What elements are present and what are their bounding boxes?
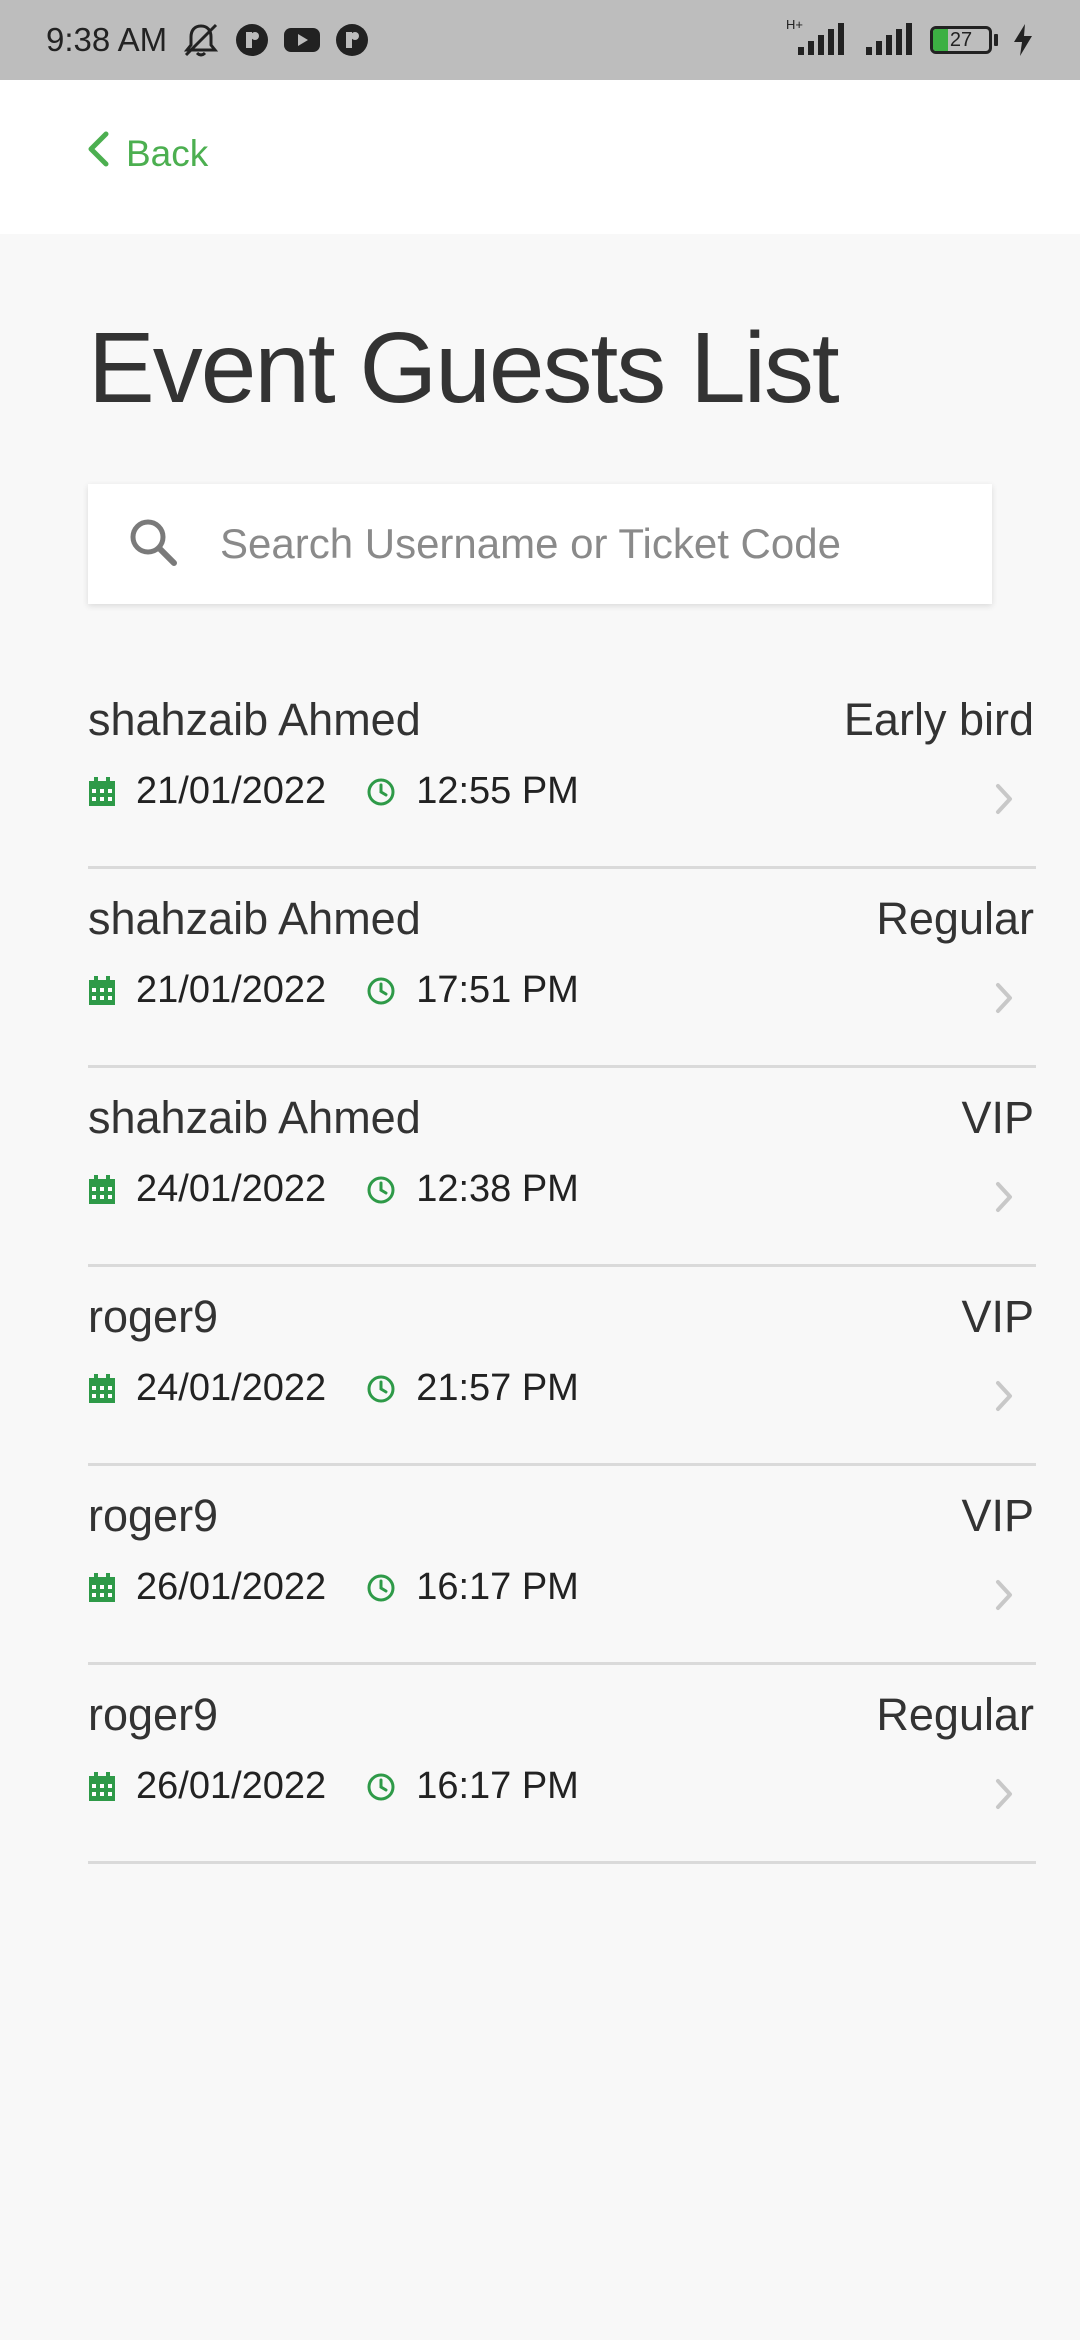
guest-date: 21/01/2022 [136,770,327,812]
youtube-icon [283,25,321,55]
top-bar: Back [0,80,1080,234]
guest-time: 17:51 PM [416,969,579,1011]
guest-time: 16:17 PM [416,1765,579,1807]
app-notification-icon [235,23,269,57]
guest-meta: 24/01/2022 21:57 PM [88,1367,579,1410]
ticket-type: Regular [876,893,1034,944]
guest-name: roger9 [88,1291,219,1342]
page-title: Event Guests List [88,312,840,424]
ticket-type: VIP [961,1092,1034,1143]
network-type-label: H+ [786,17,803,32]
ticket-type: VIP [961,1291,1034,1342]
guest-row[interactable]: roger9 VIP 24/01/2022 21:57 PM [88,1267,1036,1466]
guest-meta: 26/01/2022 16:17 PM [88,1566,579,1609]
guest-name: shahzaib Ahmed [88,893,421,944]
mobile-signal-icon: H+ [784,17,850,57]
muted-bell-icon [181,22,221,58]
clock-icon [366,1374,396,1404]
charging-bolt-icon [1012,24,1034,56]
chevron-right-icon [994,981,1014,1015]
calendar-icon [88,1572,116,1603]
chevron-right-icon [994,1578,1014,1612]
back-label: Back [126,132,209,174]
clock-icon [366,976,396,1006]
guest-row[interactable]: shahzaib Ahmed Regular 21/01/2022 17:51 … [88,869,1036,1068]
calendar-icon [88,1174,116,1205]
guest-meta: 21/01/2022 17:51 PM [88,969,579,1012]
status-bar: 9:38 AM H+ 27 [0,0,1080,80]
signal-strength-icon [864,23,916,57]
guest-time: 12:55 PM [416,770,579,812]
guest-time: 16:17 PM [416,1566,579,1608]
guest-row[interactable]: shahzaib Ahmed Early bird 21/01/2022 12:… [88,670,1036,869]
battery-indicator: 27 [930,26,998,54]
guest-date: 21/01/2022 [136,969,327,1011]
chevron-left-icon [86,130,110,177]
guest-time: 12:38 PM [416,1168,579,1210]
clock-icon [366,1573,396,1603]
guest-date: 26/01/2022 [136,1765,327,1807]
guest-list: shahzaib Ahmed Early bird 21/01/2022 12:… [88,670,1036,1864]
battery-level: 27 [949,28,973,51]
guest-date: 24/01/2022 [136,1168,327,1210]
clock-icon [366,1772,396,1802]
guest-row[interactable]: roger9 VIP 26/01/2022 16:17 PM [88,1466,1036,1665]
calendar-icon [88,975,116,1006]
guest-name: shahzaib Ahmed [88,694,421,745]
search-icon [128,517,178,572]
guest-name: roger9 [88,1689,219,1740]
search-bar[interactable] [88,484,992,604]
calendar-icon [88,1771,116,1802]
ticket-type: Early bird [843,694,1034,745]
guest-date: 24/01/2022 [136,1367,327,1409]
chevron-right-icon [994,1777,1014,1811]
guest-date: 26/01/2022 [136,1566,327,1608]
guest-meta: 26/01/2022 16:17 PM [88,1765,579,1808]
guest-name: shahzaib Ahmed [88,1092,421,1143]
clock-icon [366,1175,396,1205]
ticket-type: Regular [876,1689,1034,1740]
clock-icon [366,777,396,807]
guest-time: 21:57 PM [416,1367,579,1409]
chevron-right-icon [994,1379,1014,1413]
guest-meta: 21/01/2022 12:55 PM [88,770,579,813]
status-time: 9:38 AM [46,21,168,58]
calendar-icon [88,1373,116,1404]
ticket-type: VIP [961,1490,1034,1541]
chevron-right-icon [994,782,1014,816]
guest-name: roger9 [88,1490,219,1541]
guest-meta: 24/01/2022 12:38 PM [88,1168,579,1211]
search-input[interactable] [218,519,962,569]
chevron-right-icon [994,1180,1014,1214]
back-button[interactable]: Back [86,130,208,177]
guest-row[interactable]: roger9 Regular 26/01/2022 16:17 PM [88,1665,1036,1864]
app-notification-icon [335,23,369,57]
guest-row[interactable]: shahzaib Ahmed VIP 24/01/2022 12:38 PM [88,1068,1036,1267]
battery-fill [933,29,949,51]
calendar-icon [88,776,116,807]
